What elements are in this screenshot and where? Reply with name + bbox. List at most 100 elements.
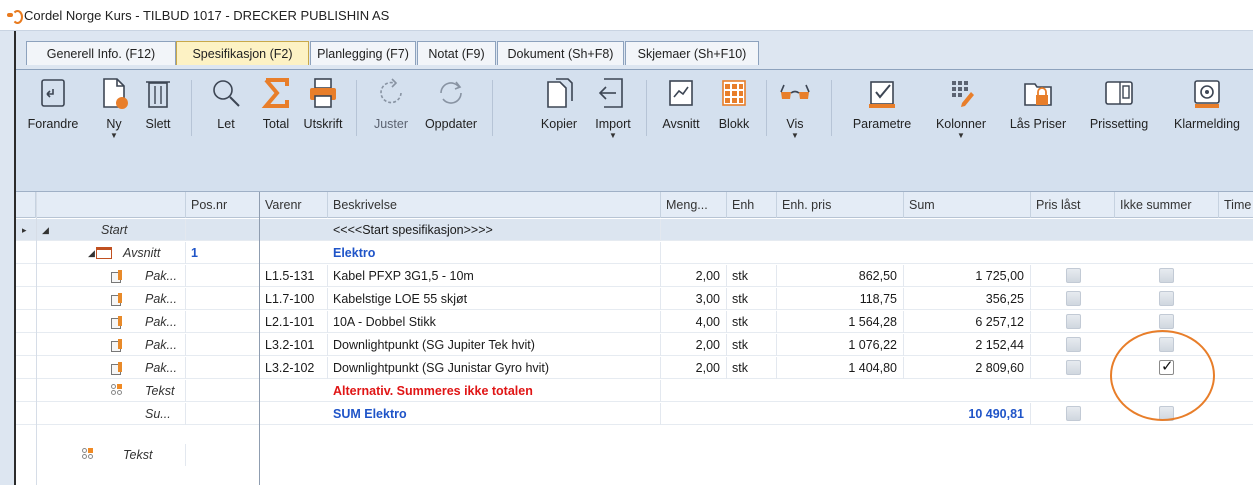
juster-button[interactable]: Juster <box>366 76 416 131</box>
header-enh-pris[interactable]: Enh. pris <box>777 192 904 218</box>
tab-planlegging[interactable]: Planlegging (F7) <box>310 41 416 65</box>
app-logo-icon <box>6 8 23 24</box>
tab-notat[interactable]: Notat (F9) <box>417 41 496 65</box>
table-row[interactable]: Tekst <box>16 435 1253 475</box>
las-priser-button[interactable]: Lås Priser <box>998 76 1078 131</box>
utskrift-button[interactable]: Utskrift <box>298 76 348 131</box>
row-enh-pris: 862,50 <box>777 265 904 287</box>
safe-icon <box>1194 80 1220 108</box>
trash-icon <box>146 81 170 108</box>
kopier-button[interactable]: Kopier <box>534 76 584 131</box>
specification-grid: Pos.nr Varenr Beskrivelse Meng... Enh En… <box>16 191 1253 485</box>
row-beskrivelse: Downlightpunkt (SG Jupiter Tek hvit) <box>328 334 661 356</box>
header-beskrivelse[interactable]: Beskrivelse <box>328 192 661 218</box>
sigma-icon <box>261 78 289 108</box>
ny-button[interactable]: Ny ▼ <box>94 76 134 140</box>
table-row[interactable]: Pak... L2.1-101 10A - Dobbel Stikk 4,00 … <box>16 311 1253 333</box>
header-pris-last[interactable]: Pris låst <box>1031 192 1115 218</box>
row-type: Pak... <box>140 334 186 356</box>
pris-last-checkbox[interactable] <box>1066 337 1081 352</box>
grid-header: Pos.nr Varenr Beskrivelse Meng... Enh En… <box>16 192 1253 218</box>
pris-last-checkbox[interactable] <box>1066 360 1081 375</box>
row-enh-pris: 1 564,28 <box>777 311 904 333</box>
tab-bar: Generell Info. (F12) Spesifikasjon (F2) … <box>16 31 1253 69</box>
chevron-down-icon: ▼ <box>791 131 799 140</box>
row-varenr: L3.2-101 <box>260 334 328 356</box>
row-mengde: 3,00 <box>661 288 727 310</box>
ikke-summer-checkbox[interactable] <box>1159 406 1174 421</box>
collapse-arrow-icon[interactable]: ◢ <box>88 242 95 264</box>
parametre-button[interactable]: Parametre <box>842 76 922 131</box>
pris-last-checkbox[interactable] <box>1066 291 1081 306</box>
package-icon <box>111 293 123 306</box>
row-beskrivelse: <<<<Start spesifikasjon>>>> <box>328 219 661 241</box>
prissetting-button[interactable]: Prissetting <box>1079 76 1159 131</box>
import-button[interactable]: Import ▼ <box>588 76 638 140</box>
header-posnr[interactable]: Pos.nr <box>186 192 260 218</box>
table-row[interactable]: Tekst Alternativ. Summeres ikke totalen <box>16 380 1253 402</box>
table-row[interactable]: Su... SUM Elektro 10 490,81 <box>16 403 1253 425</box>
pris-last-checkbox[interactable] <box>1066 268 1081 283</box>
table-row[interactable]: Pak... L1.7-100 Kabelstige LOE 55 skjøt … <box>16 288 1253 310</box>
ikke-summer-checkbox[interactable] <box>1159 291 1174 306</box>
package-icon <box>111 362 123 375</box>
edit-icon <box>41 79 65 107</box>
oppdater-button[interactable]: Oppdater <box>418 76 484 131</box>
toolbar-separator <box>646 80 647 136</box>
slett-button[interactable]: Slett <box>138 76 178 131</box>
pris-last-checkbox[interactable] <box>1066 314 1081 329</box>
header-mengde[interactable]: Meng... <box>661 192 727 218</box>
glasses-icon <box>780 84 810 99</box>
total-button[interactable]: Total <box>256 76 296 131</box>
header-ikke-summer[interactable]: Ikke summer <box>1115 192 1219 218</box>
table-row[interactable]: Pak... L1.5-131 Kabel PFXP 3G1,5 - 10m 2… <box>16 265 1253 287</box>
ikke-summer-checkbox-checked[interactable] <box>1159 357 1174 375</box>
new-document-icon <box>103 78 128 109</box>
row-sum: 2 152,44 <box>904 334 1031 356</box>
row-indicator-icon: ▸ <box>22 225 27 235</box>
row-type: Pak... <box>140 357 186 379</box>
ikke-summer-checkbox[interactable] <box>1159 314 1174 329</box>
row-enh-pris: 1 404,80 <box>777 357 904 379</box>
tab-dokument[interactable]: Dokument (Sh+F8) <box>497 41 624 65</box>
tab-generell-info[interactable]: Generell Info. (F12) <box>26 41 176 65</box>
table-row[interactable]: ▸ ◢ Start <<<<Start spesifikasjon>>>> <box>16 219 1253 241</box>
tab-skjemaer[interactable]: Skjemaer (Sh+F10) <box>625 41 759 65</box>
tab-spesifikasjon[interactable]: Spesifikasjon (F2) <box>176 41 309 65</box>
klarmelding-button[interactable]: Klarmelding <box>1164 76 1250 131</box>
row-type: Pak... <box>140 265 186 287</box>
header-time[interactable]: Time <box>1219 192 1253 218</box>
ikke-summer-checkbox[interactable] <box>1159 337 1174 352</box>
sync-icon <box>440 81 462 104</box>
forandre-button[interactable]: Forandre <box>20 76 86 131</box>
row-sum: 2 809,60 <box>904 357 1031 379</box>
header-enh[interactable]: Enh <box>727 192 777 218</box>
row-varenr: L1.7-100 <box>260 288 328 310</box>
toolbar-separator <box>492 80 493 136</box>
text-row-icon <box>82 448 94 461</box>
row-varenr: L3.2-102 <box>260 357 328 379</box>
import-icon <box>598 78 623 108</box>
collapse-arrow-icon[interactable]: ◢ <box>42 219 49 241</box>
header-sum[interactable]: Sum <box>904 192 1031 218</box>
vis-button[interactable]: Vis ▼ <box>772 76 818 140</box>
row-enh: stk <box>727 288 777 310</box>
row-sum: 6 257,12 <box>904 311 1031 333</box>
row-type: Tekst <box>140 380 186 402</box>
refresh-icon <box>380 78 402 104</box>
avsnitt-button[interactable]: Avsnitt <box>654 76 708 131</box>
grid-divider <box>259 192 260 485</box>
ikke-summer-checkbox[interactable] <box>1159 268 1174 283</box>
columns-edit-icon <box>952 81 974 107</box>
table-row[interactable]: Pak... L3.2-101 Downlightpunkt (SG Jupit… <box>16 334 1253 356</box>
header-varenr[interactable]: Varenr <box>260 192 328 218</box>
pris-last-checkbox[interactable] <box>1066 406 1081 421</box>
row-sum: 10 490,81 <box>904 403 1031 425</box>
row-beskrivelse: Alternativ. Summeres ikke totalen <box>328 380 661 402</box>
let-button[interactable]: Let <box>206 76 246 131</box>
blokk-button[interactable]: Blokk <box>710 76 758 131</box>
kolonner-button[interactable]: Kolonner ▼ <box>926 76 996 140</box>
table-row[interactable]: Pak... L3.2-102 Downlightpunkt (SG Junis… <box>16 357 1253 379</box>
title-bar: Cordel Norge Kurs - TILBUD 1017 - DRECKE… <box>0 0 1253 31</box>
table-row[interactable]: ◢ Avsnitt 1 Elektro <box>16 242 1253 264</box>
